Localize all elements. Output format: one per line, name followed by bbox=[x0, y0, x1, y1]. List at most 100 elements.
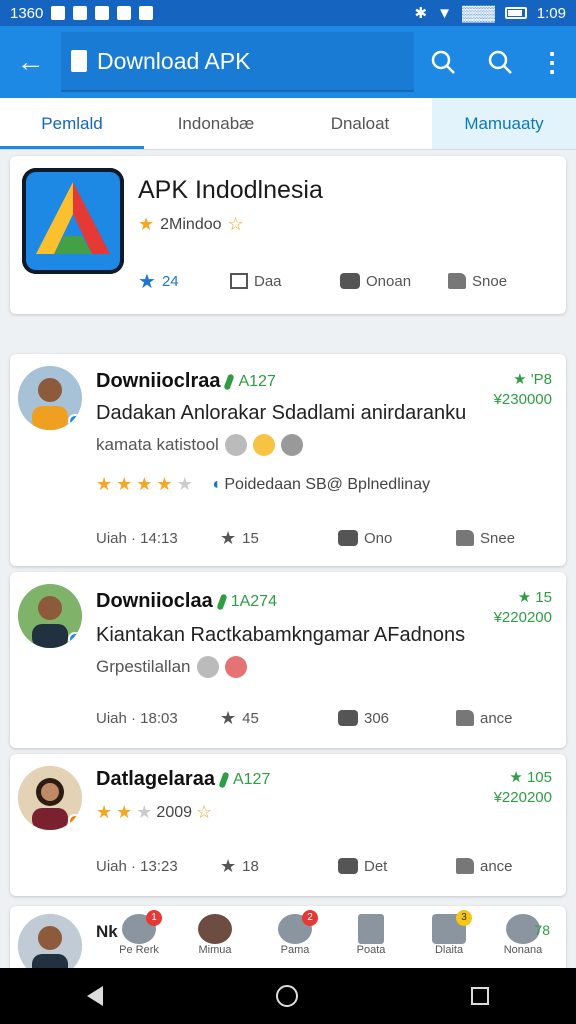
share-button[interactable]: Daa bbox=[230, 273, 282, 290]
star-empty-icon: ★ bbox=[176, 474, 193, 494]
app-card[interactable]: APK Indodlnesia ★ 2Mindoo ☆ ★ 24 Daa Ono… bbox=[10, 156, 566, 314]
nav-item-pama[interactable]: 2 Pama bbox=[260, 910, 330, 956]
review-meta-date: Uiah · 13:23 bbox=[96, 857, 178, 875]
star-button[interactable]: ★ 15 bbox=[220, 528, 259, 549]
nav-item-dlaita[interactable]: 3 Dlaita bbox=[414, 910, 484, 956]
home-icon[interactable] bbox=[275, 985, 298, 1007]
like-button[interactable]: Snee bbox=[456, 530, 515, 547]
comment-button[interactable]: Ono bbox=[338, 530, 392, 547]
reviewer-name-row: Downiioclaa 1A274 bbox=[96, 590, 277, 613]
comment-icon bbox=[338, 530, 358, 546]
comment-count: Det bbox=[364, 857, 388, 875]
review-score-bottom: ¥220200 bbox=[493, 609, 552, 626]
tab-indonabae[interactable]: Indonabæ bbox=[144, 98, 288, 149]
nav-item-poata[interactable]: Poata bbox=[336, 914, 406, 956]
emoji-icon bbox=[224, 434, 247, 456]
star-icon: ★ bbox=[116, 802, 133, 822]
review-rating-row: ★ ★ ★ 2009 ☆ bbox=[96, 802, 212, 823]
leaf-icon bbox=[216, 592, 228, 611]
star-icon: ★ bbox=[138, 214, 155, 234]
status-time-right: 1:09 bbox=[536, 4, 566, 22]
review-card[interactable]: Downiioclaa 1A274 ★ 15 ¥220200 Kiantakan… bbox=[10, 572, 566, 748]
avatar bbox=[18, 766, 82, 830]
search-icon[interactable] bbox=[471, 26, 528, 98]
emoji-icon bbox=[252, 434, 275, 456]
comment-count: 306 bbox=[364, 709, 390, 727]
notification-icon bbox=[51, 6, 66, 20]
comment-icon bbox=[338, 858, 358, 874]
notification-icon bbox=[95, 6, 110, 20]
back-icon[interactable] bbox=[86, 986, 103, 1006]
star-empty-icon: ★ bbox=[136, 802, 153, 822]
emoji-icon bbox=[224, 656, 247, 678]
nav-item-mimua[interactable]: Mimua bbox=[180, 914, 250, 956]
comment-button[interactable]: Onoan bbox=[340, 273, 411, 290]
star-count: 15 bbox=[242, 529, 259, 547]
review-score-bottom: ¥220200 bbox=[493, 789, 552, 806]
review-score-top: ★ 105 bbox=[509, 769, 552, 786]
avatar bbox=[18, 584, 82, 648]
review-rating-text: 2009 bbox=[156, 803, 193, 821]
review-card[interactable]: Datlagelaraa A127 ★ 105 ¥220200 ★ ★ ★ 20… bbox=[10, 754, 566, 896]
document-icon bbox=[358, 914, 384, 944]
notification-icon bbox=[73, 6, 88, 20]
rating-count: 24 bbox=[161, 272, 179, 290]
search-icon[interactable] bbox=[414, 26, 471, 98]
verified-badge-icon bbox=[68, 632, 82, 646]
review-action-row: Uiah · 13:23 ★ 18 Det ance bbox=[96, 854, 556, 878]
more-options-icon[interactable]: ⋮ bbox=[528, 26, 576, 98]
review-date: A127 bbox=[232, 770, 271, 788]
review-text: Dadakan Anlorakar Sdadlami anirdaranku bbox=[96, 402, 467, 424]
avatar bbox=[18, 366, 82, 430]
like-count: ance bbox=[480, 709, 513, 727]
star-button[interactable]: ★ 18 bbox=[220, 856, 259, 877]
app-logo bbox=[22, 168, 124, 274]
star-icon: ★ bbox=[220, 707, 237, 728]
star-icon: ★ bbox=[138, 270, 156, 293]
reviewer-name: Downiioclaa bbox=[96, 590, 213, 612]
review-date: A127 bbox=[238, 372, 276, 390]
review-extra: Poidedaan SB@ Bplnedlinay bbox=[224, 475, 431, 493]
thumbs-up-icon bbox=[456, 710, 474, 726]
recents-icon[interactable] bbox=[471, 987, 490, 1005]
title-bar: Download APK bbox=[60, 32, 415, 92]
reviewer-name: Datlagelaraa bbox=[96, 768, 215, 790]
like-label: Snoe bbox=[472, 272, 508, 290]
thumbs-up-icon bbox=[448, 273, 466, 289]
clipboard-icon bbox=[70, 50, 87, 72]
like-count: Snee bbox=[480, 529, 516, 547]
review-score-top: ★ 15 bbox=[517, 589, 552, 606]
comment-button[interactable]: Det bbox=[338, 858, 387, 875]
star-icon: ★ bbox=[156, 474, 173, 494]
tab-bar: Pemlald Indonabæ Dnaloat Mamuaaty bbox=[0, 98, 576, 150]
like-button[interactable]: Snoe bbox=[448, 273, 507, 290]
user-icon: 1 bbox=[122, 910, 162, 944]
app-name: APK Indodlnesia bbox=[138, 176, 323, 204]
tab-pemlald[interactable]: Pemlald bbox=[0, 98, 144, 149]
share-label: Daa bbox=[254, 272, 282, 290]
bottom-nav-card: Nk 1 Pe Rerk Mimua 2 Pama Poata 3 Dlaita… bbox=[10, 906, 566, 976]
star-icon: ★ bbox=[136, 474, 153, 494]
star-outline-icon: ☆ bbox=[196, 802, 213, 822]
star-icon: ★ bbox=[220, 527, 237, 548]
review-card[interactable]: Downiioclraa A127 ★ 'P8 ¥230000 Dadakan … bbox=[10, 354, 566, 566]
nav-item-pe-rerk[interactable]: 1 Pe Rerk bbox=[104, 910, 174, 956]
like-button[interactable]: ance bbox=[456, 710, 513, 727]
review-sub-row: kamata katistool bbox=[96, 434, 303, 456]
comment-button[interactable]: 306 bbox=[338, 710, 389, 727]
tag-icon: ◖ bbox=[210, 475, 221, 493]
comment-count: Ono bbox=[364, 529, 393, 547]
review-meta-date: Uiah · 18:03 bbox=[96, 709, 178, 727]
review-date: 1A274 bbox=[230, 592, 277, 610]
folder-icon: 3 bbox=[432, 910, 472, 944]
star-button[interactable]: ★ 45 bbox=[220, 708, 259, 729]
rating-button[interactable]: ★ 24 bbox=[138, 269, 179, 294]
tab-dnaloat[interactable]: Dnaloat bbox=[288, 98, 432, 149]
thumbs-up-icon bbox=[456, 530, 474, 546]
review-score: ★ 'P8 ¥230000 bbox=[494, 370, 552, 410]
tab-mamuaaty[interactable]: Mamuaaty bbox=[432, 98, 576, 149]
back-arrow-icon[interactable]: ← bbox=[0, 26, 61, 98]
like-button[interactable]: ance bbox=[456, 858, 513, 875]
star-count: 45 bbox=[242, 709, 259, 727]
review-sub: Grpestilallan bbox=[96, 657, 191, 676]
